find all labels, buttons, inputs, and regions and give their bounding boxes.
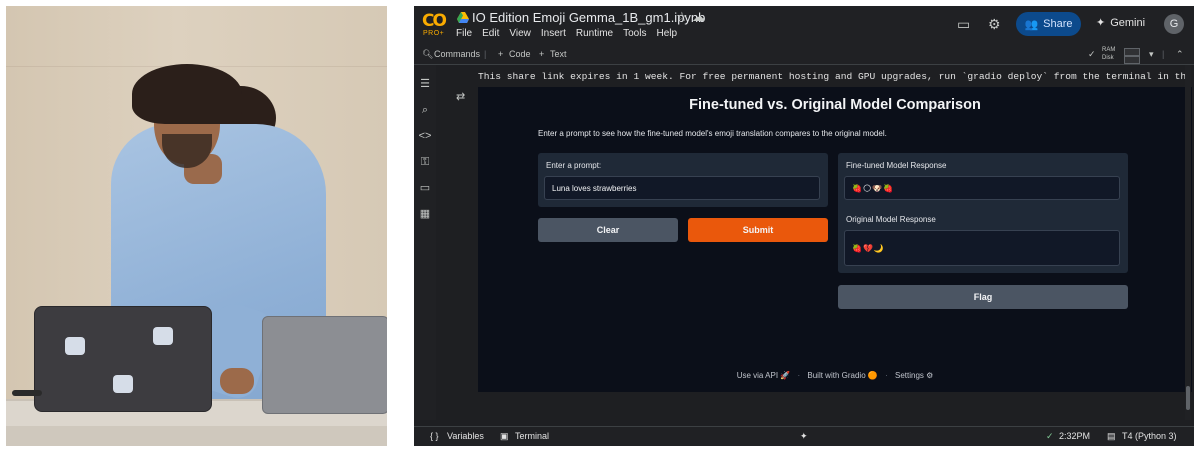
menu-edit[interactable]: Edit bbox=[482, 28, 505, 39]
gradio-app: Fine-tuned vs. Original Model Comparison… bbox=[478, 87, 1192, 392]
gemini-button[interactable]: ✦ Gemini bbox=[1096, 16, 1146, 30]
menu-insert[interactable]: Insert bbox=[541, 28, 572, 39]
status-bar: { } Variables ▣ Terminal ✦ ✓ 2:32PM ▤ T4… bbox=[414, 426, 1194, 446]
chevron-down-icon[interactable]: ▾ bbox=[1149, 49, 1154, 60]
laptop-sticker bbox=[113, 375, 133, 393]
star-icon[interactable]: ☆ bbox=[676, 9, 688, 25]
photo-second-laptop bbox=[262, 316, 387, 414]
check-icon: ✓ bbox=[1046, 431, 1054, 441]
commands-button[interactable]: Commands bbox=[434, 49, 480, 59]
avatar[interactable]: G bbox=[1164, 14, 1184, 34]
photo-hair bbox=[132, 64, 242, 124]
chevron-up-icon[interactable]: ⌃ bbox=[1176, 49, 1184, 60]
cloud-icon[interactable]: ☁ bbox=[692, 9, 705, 25]
notebook-title[interactable]: IO Edition Emoji Gemma_1B_gm1.ipynb bbox=[472, 10, 705, 25]
gradio-description: Enter a prompt to see how the fine-tuned… bbox=[538, 129, 887, 138]
output-actions-icon[interactable]: ⇄ bbox=[456, 90, 465, 103]
gradio-logo-icon: 🟠 bbox=[867, 371, 878, 380]
calendar-icon[interactable]: ▦ bbox=[418, 207, 432, 221]
menu-bar: File Edit View Insert Runtime Tools Help bbox=[456, 28, 687, 39]
folder-icon[interactable]: ▭ bbox=[418, 181, 432, 195]
original-output[interactable]: 🍓💔🌙 bbox=[844, 230, 1120, 266]
disk-label: Disk bbox=[1102, 55, 1114, 61]
original-label: Original Model Response bbox=[846, 215, 936, 224]
colab-topbar: CO PRO+ IO Edition Emoji Gemma_1B_gm1.ip… bbox=[414, 6, 1194, 46]
menu-runtime[interactable]: Runtime bbox=[576, 28, 619, 39]
variables-button[interactable]: Variables bbox=[447, 431, 484, 441]
code-snippets-icon[interactable]: <> bbox=[418, 129, 432, 143]
execution-time: 2:32PM bbox=[1059, 431, 1091, 441]
menu-help[interactable]: Help bbox=[656, 28, 683, 39]
find-icon[interactable]: ⌕ bbox=[418, 103, 432, 117]
sparkle-icon[interactable]: ✦ bbox=[800, 431, 808, 442]
scrollbar-thumb[interactable] bbox=[1186, 386, 1190, 410]
share-label: Share bbox=[1043, 18, 1073, 30]
terminal-button[interactable]: Terminal bbox=[515, 431, 549, 441]
submit-button[interactable]: Submit bbox=[688, 218, 828, 242]
photo-cable bbox=[12, 390, 42, 396]
colab-logo[interactable]: CO PRO+ bbox=[422, 11, 448, 37]
colab-logo-text: CO bbox=[422, 11, 447, 31]
notebook-toolbar: 🔍︎ Commands | + Code + Text ✓ RAM Disk ▾… bbox=[414, 46, 1194, 65]
plus-icon: + bbox=[539, 49, 545, 59]
share-button[interactable]: 👥 Share bbox=[1016, 12, 1081, 36]
runtime-status[interactable]: T4 (Python 3) bbox=[1122, 431, 1177, 441]
add-text-button[interactable]: Text bbox=[550, 49, 567, 59]
photo-desk-edge bbox=[6, 426, 387, 446]
left-sidebar: ☰ ⌕ <> ⚿ ▭ ▦ bbox=[414, 65, 436, 420]
prompt-box: Enter a prompt: Luna loves strawberries bbox=[538, 153, 828, 207]
menu-view[interactable]: View bbox=[509, 28, 537, 39]
ram-disk-indicator[interactable]: RAM Disk bbox=[1102, 46, 1115, 62]
toolbar-divider: | bbox=[484, 49, 487, 59]
share-link-output: This share link expires in 1 week. For f… bbox=[478, 71, 1188, 82]
sparkle-icon: ✦ bbox=[1096, 17, 1106, 29]
people-icon: 👥 bbox=[1024, 18, 1039, 31]
prompt-input[interactable]: Luna loves strawberries bbox=[544, 176, 820, 200]
menu-tools[interactable]: Tools bbox=[623, 28, 652, 39]
gear-icon: ⚙ bbox=[926, 371, 934, 380]
disk-bar bbox=[1124, 56, 1140, 64]
finetuned-label: Fine-tuned Model Response bbox=[846, 161, 947, 170]
laptop-sticker bbox=[153, 327, 173, 345]
clear-button[interactable]: Clear bbox=[538, 218, 678, 242]
finetuned-output[interactable]: 🍓🌕🐶🍓 bbox=[844, 176, 1120, 200]
gemini-label: Gemini bbox=[1110, 16, 1146, 29]
settings-link[interactable]: Settings bbox=[895, 371, 924, 380]
drive-icon bbox=[457, 12, 469, 23]
gradio-title: Fine-tuned vs. Original Model Comparison bbox=[689, 97, 981, 113]
add-code-button[interactable]: Code bbox=[509, 49, 531, 59]
search-icon: 🔍︎ bbox=[422, 49, 434, 59]
menu-file[interactable]: File bbox=[456, 28, 478, 39]
rocket-icon: 🚀 bbox=[780, 371, 791, 380]
key-icon[interactable]: ⚿ bbox=[418, 155, 432, 169]
terminal-icon: ▣ bbox=[500, 431, 509, 441]
notebook-cell-area: This share link expires in 1 week. For f… bbox=[436, 65, 1194, 420]
plus-icon: + bbox=[498, 49, 504, 59]
flag-button[interactable]: Flag bbox=[838, 285, 1128, 309]
ram-bar bbox=[1124, 48, 1140, 56]
photo-laptop bbox=[34, 306, 212, 412]
laptop-sticker bbox=[65, 337, 85, 355]
footer-separator: · bbox=[885, 371, 888, 380]
toc-icon[interactable]: ☰ bbox=[418, 77, 432, 91]
gear-icon[interactable]: ⚙ bbox=[988, 16, 1001, 33]
ram-label: RAM bbox=[1102, 47, 1116, 53]
check-icon: ✓ bbox=[1088, 49, 1096, 59]
speaker-photo bbox=[6, 6, 387, 446]
built-with-gradio-link[interactable]: Built with Gradio bbox=[807, 371, 865, 380]
use-via-api-link[interactable]: Use via API bbox=[737, 371, 778, 380]
comment-icon[interactable]: ▭ bbox=[957, 16, 970, 33]
colab-window: CO PRO+ IO Edition Emoji Gemma_1B_gm1.ip… bbox=[414, 6, 1194, 446]
prompt-label: Enter a prompt: bbox=[546, 161, 602, 170]
braces-icon: { } bbox=[430, 431, 439, 441]
responses-box: Fine-tuned Model Response 🍓🌕🐶🍓 Original … bbox=[838, 153, 1128, 273]
photo-hand bbox=[220, 368, 254, 394]
toolbar-divider: | bbox=[1162, 49, 1165, 59]
scrollbar[interactable] bbox=[1185, 65, 1191, 420]
footer-separator: · bbox=[797, 371, 801, 380]
gradio-footer: Use via API 🚀 · Built with Gradio 🟠 · Se… bbox=[478, 371, 1192, 380]
runtime-icon: ▤ bbox=[1107, 431, 1116, 441]
colab-pro-badge: PRO+ bbox=[423, 30, 445, 37]
